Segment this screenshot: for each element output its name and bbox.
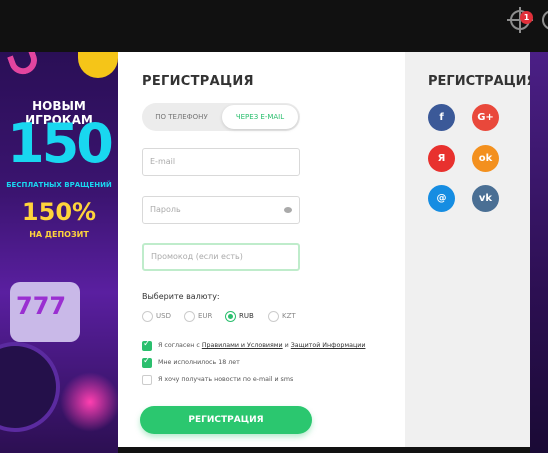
background-edge xyxy=(530,52,548,453)
odnoklassniki-icon[interactable]: ok xyxy=(472,145,499,172)
radio-icon[interactable] xyxy=(184,311,195,322)
magnet-graphic xyxy=(7,52,41,79)
banner-line-free-spins: БЕСПЛАТНЫХ ВРАЩЕНИЙ xyxy=(6,181,112,189)
news-text: Я хочу получать новости по e-mail и sms xyxy=(158,376,294,383)
currency-label-kzt: KZT xyxy=(282,312,296,320)
bottom-strip xyxy=(118,447,530,453)
radio-selected-icon[interactable] xyxy=(225,311,236,322)
eye-icon[interactable] xyxy=(284,207,292,213)
register-button[interactable]: РЕГИСТРАЦИЯ xyxy=(140,406,312,434)
social-registration-panel: РЕГИСТРАЦИЯ f G+ Я ok @ vk xyxy=(405,52,537,447)
social-title: РЕГИСТРАЦИЯ xyxy=(428,74,537,89)
user-icon[interactable] xyxy=(542,10,548,30)
yandex-icon[interactable]: Я xyxy=(428,145,455,172)
radio-icon[interactable] xyxy=(142,311,153,322)
password-placeholder: Пароль xyxy=(150,205,181,214)
promo-banner[interactable]: НОВЫМ ИГРОКАМ 150 БЕСПЛАТНЫХ ВРАЩЕНИЙ 15… xyxy=(0,52,118,453)
tab-email[interactable]: ЧЕРЕЗ E-MAIL xyxy=(222,105,298,129)
coin-graphic xyxy=(78,52,118,78)
radio-icon[interactable] xyxy=(268,311,279,322)
terms-prefix: Я согласен с xyxy=(158,342,202,349)
registration-method-switch: ПО ТЕЛЕФОНУ ЧЕРЕЗ E-MAIL xyxy=(142,103,300,131)
age-text: Мне исполнилось 18 лет xyxy=(158,359,240,366)
registration-form: РЕГИСТРАЦИЯ ПО ТЕЛЕФОНУ ЧЕРЕЗ E-MAIL E-m… xyxy=(118,52,405,447)
form-title: РЕГИСТРАЦИЯ xyxy=(142,74,254,89)
banner-line-150: 150 xyxy=(7,112,114,175)
roulette-wheel-graphic xyxy=(0,342,60,432)
currency-label-rub: RUB xyxy=(239,312,254,320)
google-plus-icon[interactable]: G+ xyxy=(472,104,499,131)
top-bar: 1 xyxy=(0,0,548,52)
age-checkbox[interactable] xyxy=(142,356,152,368)
email-field[interactable]: E-mail xyxy=(142,148,300,176)
terms-and: и xyxy=(282,342,291,349)
terms-checkbox[interactable] xyxy=(142,339,152,351)
terms-text: Я согласен с Правилами и Условиями и Защ… xyxy=(158,342,365,349)
banner-line-percent: 150% xyxy=(21,198,97,226)
rules-link[interactable]: Правилами и Условиями xyxy=(202,342,283,349)
mail-ru-icon[interactable]: @ xyxy=(428,185,455,212)
news-checkbox[interactable] xyxy=(142,375,152,385)
tab-phone[interactable]: ПО ТЕЛЕФОНУ xyxy=(142,103,221,131)
facebook-icon[interactable]: f xyxy=(428,104,455,131)
currency-label-usd: USD xyxy=(156,312,171,320)
slot-machine-graphic xyxy=(10,282,80,342)
currency-label: Выберите валюту: xyxy=(142,292,220,301)
notification-badge: 1 xyxy=(520,11,533,24)
password-field[interactable]: Пароль xyxy=(142,196,300,224)
currency-label-eur: EUR xyxy=(198,312,213,320)
neon-glow-graphic xyxy=(60,372,118,432)
promo-code-field[interactable]: Промокод (если есть) xyxy=(142,243,300,271)
vk-icon[interactable]: vk xyxy=(472,185,499,212)
banner-line-deposit: НА ДЕПОЗИТ xyxy=(29,230,89,239)
privacy-link[interactable]: Защитой Информации xyxy=(291,342,366,349)
